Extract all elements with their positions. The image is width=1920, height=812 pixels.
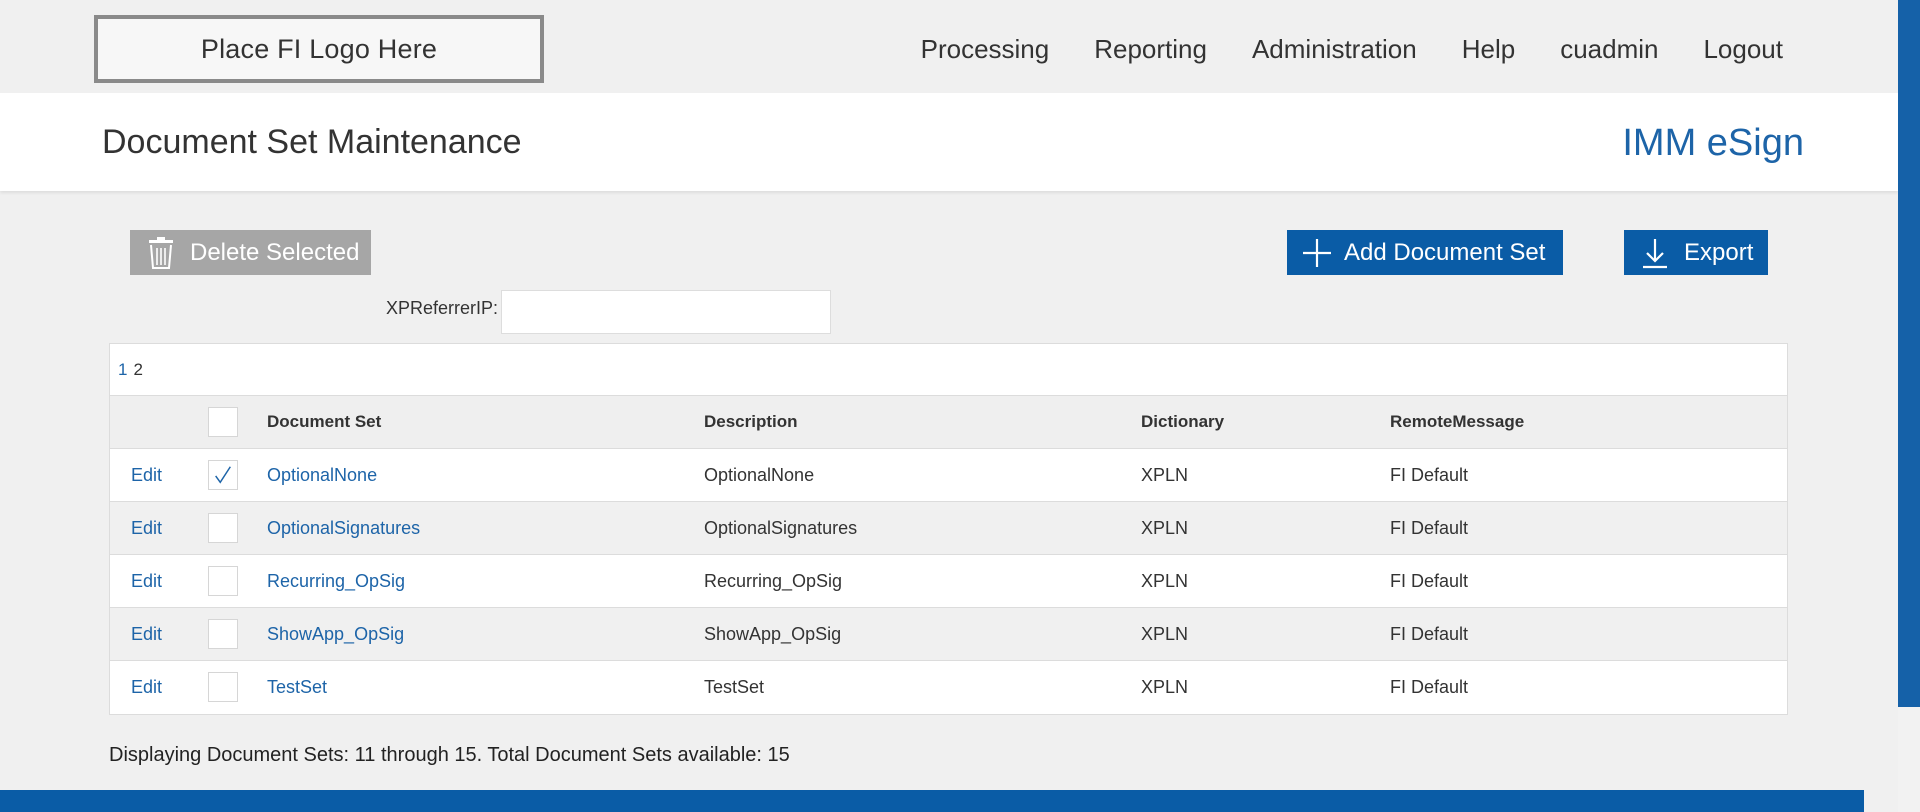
table-row: Edit ShowApp_OpSig ShowApp_OpSig XPLN FI… [110,608,1787,661]
delete-selected-label: Delete Selected [190,238,360,266]
remote-message-cell: FI Default [1390,464,1469,485]
table-row: Edit OptionalSignatures OptionalSignatur… [110,502,1787,555]
page-link-1[interactable]: 1 [118,360,127,380]
column-header-remote-message[interactable]: RemoteMessage [1390,396,1524,448]
nav-help[interactable]: Help [1462,34,1515,65]
pager: 1 2 [110,344,1787,396]
table-header-row: Document Set Description Dictionary Remo… [110,396,1787,449]
edit-link[interactable]: Edit [131,608,162,660]
edit-link[interactable]: Edit [131,661,162,713]
remote-message-cell: FI Default [1390,517,1469,538]
edit-link[interactable]: Edit [131,555,162,607]
table-row: Edit OptionalNone OptionalNone XPLN FI D… [110,449,1787,502]
xpreferrerip-label: XPReferrerIP: [386,298,499,318]
row-checkbox[interactable] [208,513,238,543]
table-row: Edit Recurring_OpSig Recurring_OpSig XPL… [110,555,1787,608]
nav-reporting[interactable]: Reporting [1094,34,1207,65]
document-set-grid: 1 2 Document Set Description Dictionary … [109,343,1788,715]
delete-selected-button[interactable]: Delete Selected [130,230,371,275]
download-icon [1643,238,1667,268]
column-header-document-set[interactable]: Document Set [267,396,381,448]
document-set-link[interactable]: Recurring_OpSig [267,555,405,607]
top-bar: Place FI Logo Here Processing Reporting … [0,0,1898,93]
dictionary-cell: XPLN [1141,517,1189,538]
page-title: Document Set Maintenance [102,123,522,161]
title-bar: Document Set Maintenance IMM eSign [0,93,1898,191]
description-cell: OptionalNone [704,464,815,485]
nav-processing[interactable]: Processing [921,34,1050,65]
description-cell: OptionalSignatures [704,517,858,538]
description-cell: TestSet [704,676,765,697]
edit-link[interactable]: Edit [131,449,162,501]
trash-icon [149,236,173,269]
remote-message-cell: FI Default [1390,623,1469,644]
page-link-2[interactable]: 2 [133,360,142,380]
remote-message-cell: FI Default [1390,570,1469,591]
main-nav: Processing Reporting Administration Help… [876,34,1783,65]
edit-link[interactable]: Edit [131,502,162,554]
checkmark-icon [215,466,231,484]
plus-icon [1303,238,1331,267]
description-cell: ShowApp_OpSig [704,623,842,644]
document-set-link[interactable]: OptionalNone [267,449,377,501]
export-label: Export [1684,238,1754,266]
description-cell: Recurring_OpSig [704,570,843,591]
row-checkbox[interactable] [208,460,238,490]
add-document-set-label: Add Document Set [1344,238,1546,266]
records-status-text: Displaying Document Sets: 11 through 15.… [109,744,790,766]
scrollbar-thumb[interactable] [1898,0,1920,707]
nav-logout[interactable]: Logout [1703,34,1783,65]
document-set-link[interactable]: TestSet [267,661,327,713]
xpreferrerip-input[interactable] [501,290,831,334]
table-row: Edit TestSet TestSet XPLN FI Default [110,661,1787,714]
row-checkbox[interactable] [208,619,238,649]
page-scrollbar[interactable] [1898,0,1920,812]
dictionary-cell: XPLN [1141,676,1189,697]
document-set-link[interactable]: ShowApp_OpSig [267,608,404,660]
logo-placeholder: Place FI Logo Here [94,15,544,83]
document-set-link[interactable]: OptionalSignatures [267,502,420,554]
row-checkbox[interactable] [208,566,238,596]
footer-bar [0,790,1864,812]
nav-user[interactable]: cuadmin [1560,34,1658,65]
row-checkbox[interactable] [208,672,238,702]
dictionary-cell: XPLN [1141,623,1189,644]
column-header-description[interactable]: Description [704,396,798,448]
remote-message-cell: FI Default [1390,676,1469,697]
dictionary-cell: XPLN [1141,464,1189,485]
select-all-checkbox[interactable] [208,407,238,437]
add-document-set-button[interactable]: Add Document Set [1287,230,1563,275]
product-name: IMM eSign [1622,122,1804,164]
nav-administration[interactable]: Administration [1252,34,1417,65]
column-header-dictionary[interactable]: Dictionary [1141,396,1224,448]
dictionary-cell: XPLN [1141,570,1189,591]
export-button[interactable]: Export [1624,230,1768,275]
